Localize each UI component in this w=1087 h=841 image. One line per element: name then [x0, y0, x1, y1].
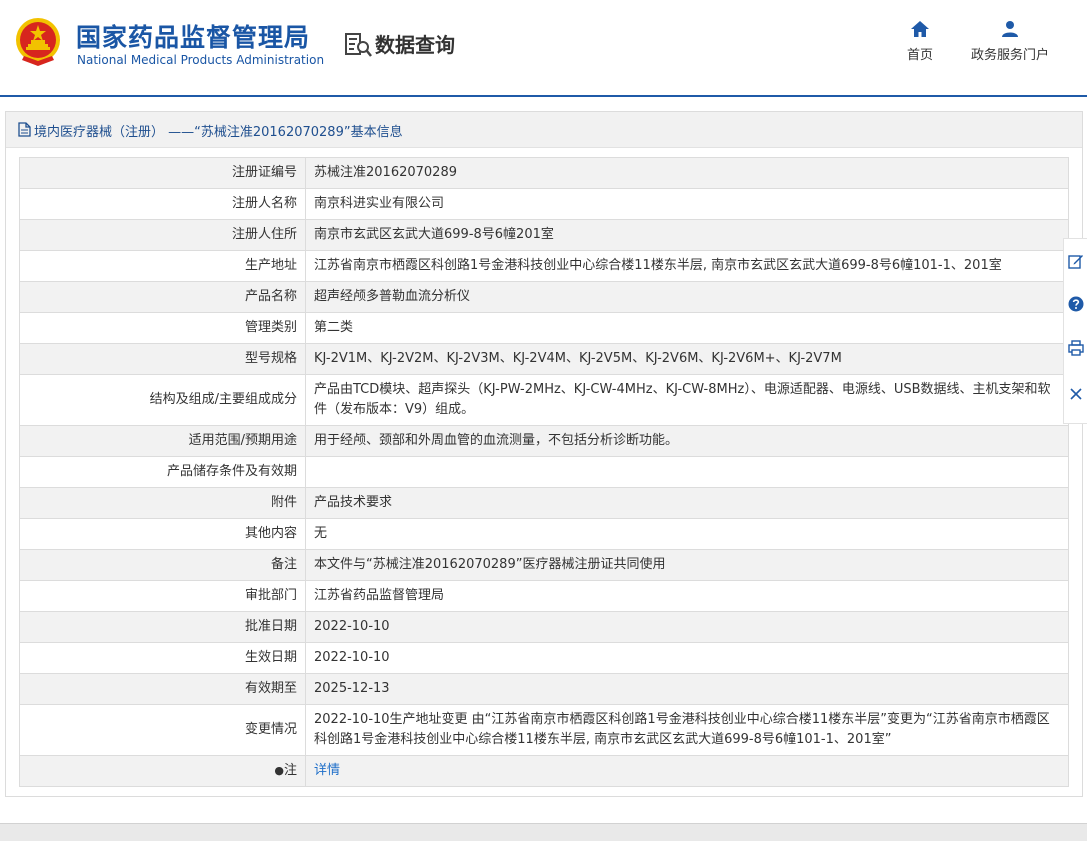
row-label: 注册证编号 [19, 157, 306, 189]
row-value: 2022-10-10 [305, 642, 1069, 674]
row-value: 南京市玄武区玄武大道699-8号6幢201室 [305, 219, 1069, 251]
row-value: 2025-12-13 [305, 673, 1069, 705]
table-row: 其他内容无 [19, 518, 1069, 550]
nav-gov-portal-label: 政务服务门户 [970, 48, 1049, 63]
row-value: 南京科进实业有限公司 [305, 188, 1069, 220]
details-link[interactable]: 详情 [314, 763, 340, 778]
row-value [305, 456, 1069, 488]
row-label-note: ●注 [19, 755, 306, 787]
table-row: 批准日期 2022-10-10 [19, 611, 1069, 643]
home-icon [911, 21, 929, 37]
row-value: KJ-2V1M、KJ-2V2M、KJ-2V3M、KJ-2V4M、KJ-2V5M、… [305, 343, 1069, 375]
table-row-note: ●注 详情 [19, 755, 1069, 787]
site-header: 国家药品监督管理局 National Medical Products Admi… [0, 0, 1087, 95]
row-value: 江苏省南京市栖霞区科创路1号金港科技创业中心综合楼11楼东半层, 南京市玄武区玄… [305, 250, 1069, 282]
table-row: 注册证编号 苏械注准20162070289 [19, 157, 1069, 189]
table-row: 产品储存条件及有效期 [19, 456, 1069, 488]
table-row: 附件 产品技术要求 [19, 487, 1069, 519]
row-label: 附件 [19, 487, 306, 519]
table-row: 管理类别 第二类 [19, 312, 1069, 344]
table-row: 审批部门 江苏省药品监督管理局 [19, 580, 1069, 612]
table-row: 生效日期 2022-10-10 [19, 642, 1069, 674]
row-value: 本文件与“苏械注准20162070289”医疗器械注册证共同使用 [305, 549, 1069, 581]
help-icon[interactable] [1068, 296, 1084, 312]
row-label: 生产地址 [19, 250, 306, 282]
table-row: 有效期至 2025-12-13 [19, 673, 1069, 705]
header-divider [0, 95, 1087, 97]
breadcrumb: 境内医疗器械（注册） ——“苏械注准20162070289”基本信息 [6, 112, 1082, 148]
row-value: 用于经颅、颈部和外周血管的血流测量，不包括分析诊断功能。 [305, 425, 1069, 457]
row-label: 生效日期 [19, 642, 306, 674]
row-value-note: 详情 [305, 755, 1069, 787]
table-row: 变更情况 2022-10-10生产地址变更 由“江苏省南京市栖霞区科创路1号金港科… [19, 704, 1069, 756]
footer-bar [0, 823, 1087, 841]
pin-icon: ● [274, 764, 284, 777]
row-value: 无 [305, 518, 1069, 550]
note-label: 注 [283, 763, 297, 778]
detail-panel: 境内医疗器械（注册） ——“苏械注准20162070289”基本信息 注册证编号… [5, 111, 1083, 797]
row-value: 产品技术要求 [305, 487, 1069, 519]
row-label: 其他内容 [19, 518, 306, 550]
edit-icon[interactable] [1068, 253, 1084, 269]
row-value: 2022-10-10 [305, 611, 1069, 643]
search-document-icon [345, 33, 372, 57]
nav-gov-portal-link[interactable]: 政务服务门户 [970, 20, 1050, 63]
row-label: 有效期至 [19, 673, 306, 705]
breadcrumb-text: 境内医疗器械（注册） ——“苏械注准20162070289”基本信息 [34, 125, 403, 140]
national-emblem-icon [16, 18, 60, 66]
row-label: 产品名称 [19, 281, 306, 313]
row-value: 苏械注准20162070289 [305, 157, 1069, 189]
table-row: 生产地址 江苏省南京市栖霞区科创路1号金港科技创业中心综合楼11楼东半层, 南京市… [19, 250, 1069, 282]
close-icon[interactable] [1068, 386, 1084, 402]
table-row: 产品名称 超声经颅多普勒血流分析仪 [19, 281, 1069, 313]
side-toolbar [1063, 238, 1087, 424]
row-label: 批准日期 [19, 611, 306, 643]
row-label: 备注 [19, 549, 306, 581]
row-label: 注册人名称 [19, 188, 306, 220]
table-row: 注册人名称 南京科进实业有限公司 [19, 188, 1069, 220]
print-icon[interactable] [1068, 340, 1084, 356]
table-row: 适用范围/预期用途 用于经颅、颈部和外周血管的血流测量，不包括分析诊断功能。 [19, 425, 1069, 457]
row-value: 2022-10-10生产地址变更 由“江苏省南京市栖霞区科创路1号金港科技创业中… [305, 704, 1069, 756]
device-info-table: 注册证编号 苏械注准20162070289 注册人名称 南京科进实业有限公司 注册人住所… [19, 157, 1069, 787]
row-value: 第二类 [305, 312, 1069, 344]
row-label: 注册人住所 [19, 219, 306, 251]
row-label: 变更情况 [19, 704, 306, 756]
row-value: 产品由TCD模块、超声探头（KJ-PW-2MHz、KJ-CW-4MHz、KJ-C… [305, 374, 1069, 426]
brand-name-en: National Medical Products Administration [77, 53, 325, 67]
document-icon [18, 122, 31, 137]
row-label: 型号规格 [19, 343, 306, 375]
row-label: 结构及组成/主要组成成分 [19, 374, 306, 426]
row-label: 审批部门 [19, 580, 306, 612]
table-row: 备注 本文件与“苏械注准20162070289”医疗器械注册证共同使用 [19, 549, 1069, 581]
nav-home-label: 首页 [906, 48, 933, 63]
table-row: 注册人住所 南京市玄武区玄武大道699-8号6幢201室 [19, 219, 1069, 251]
brand-name-cn: 国家药品监督管理局 [76, 23, 311, 52]
row-value: 超声经颅多普勒血流分析仪 [305, 281, 1069, 313]
nav-home-link[interactable]: 首页 [880, 20, 960, 63]
table-row: 型号规格 KJ-2V1M、KJ-2V2M、KJ-2V3M、KJ-2V4M、KJ-2… [19, 343, 1069, 375]
user-icon [1002, 21, 1018, 37]
table-row: 结构及组成/主要组成成分 产品由TCD模块、超声探头（KJ-PW-2MHz、KJ-… [19, 374, 1069, 426]
row-value: 江苏省药品监督管理局 [305, 580, 1069, 612]
row-label: 产品储存条件及有效期 [19, 456, 306, 488]
page-section-title: 数据查询 [375, 33, 455, 57]
row-label: 管理类别 [19, 312, 306, 344]
row-label: 适用范围/预期用途 [19, 425, 306, 457]
